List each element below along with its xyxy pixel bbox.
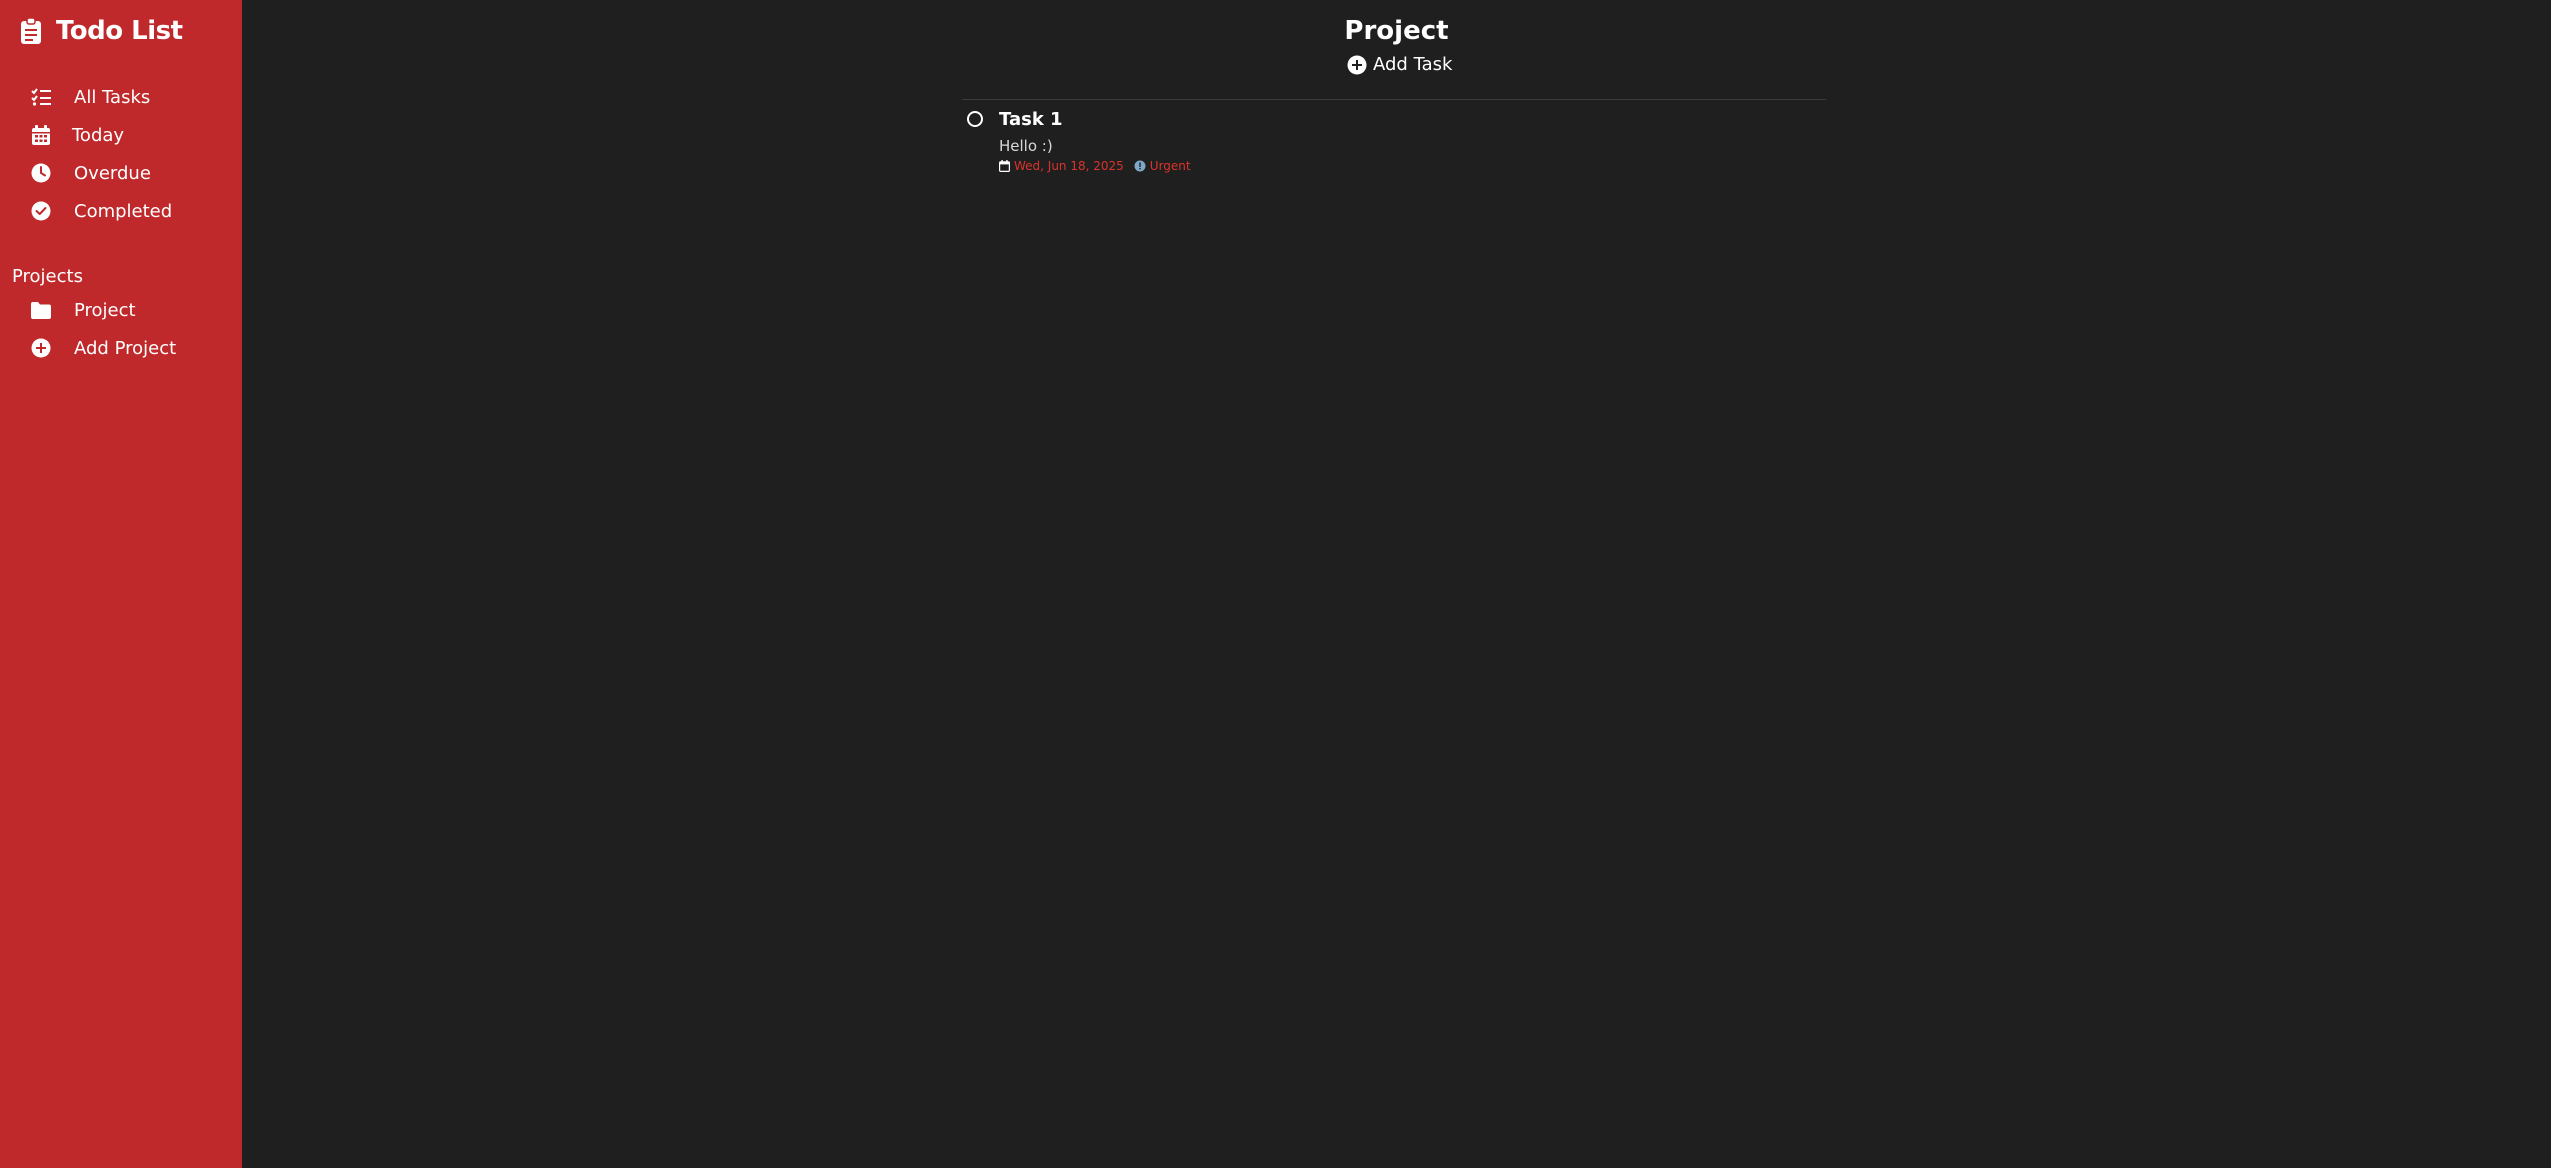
sidebar-item-project[interactable]: Project	[30, 291, 230, 329]
main-content: Project Add Task Task 1 Hello :) Wed, Ju…	[242, 0, 2551, 1168]
calendar-icon	[30, 124, 52, 146]
add-project-label: Add Project	[74, 337, 177, 359]
sidebar-nav: All Tasks Today Overdue Completed	[30, 78, 230, 230]
list-check-icon	[30, 86, 52, 108]
task-description: Hello :)	[999, 137, 1053, 155]
add-project-button[interactable]: Add Project	[30, 329, 230, 367]
task-title[interactable]: Task 1	[999, 108, 1191, 132]
task-priority-text: Urgent	[1149, 159, 1191, 173]
plus-circle-icon	[1347, 55, 1367, 75]
calendar-icon	[999, 160, 1010, 172]
add-task-label: Add Task	[1373, 54, 1453, 75]
sidebar-item-overdue[interactable]: Overdue	[30, 154, 230, 192]
task-meta: Wed, Jun 18, 2025 Urgent	[999, 159, 1191, 173]
app-root: Todo List All Tasks Today Overdue Comple…	[0, 0, 2551, 1168]
sidebar-item-label: Today	[72, 124, 125, 146]
app-title: Todo List	[56, 16, 183, 46]
add-task-button[interactable]: Add Task	[1347, 54, 1452, 75]
sidebar-item-label: Completed	[74, 200, 173, 222]
task-body: Task 1 Hello :) Wed, Jun 18, 2025 Urgent	[999, 108, 1191, 173]
sidebar-item-label: All Tasks	[74, 86, 151, 108]
check-circle-icon	[30, 200, 52, 222]
sidebar-item-today[interactable]: Today	[30, 116, 230, 154]
priority-dot-icon	[1134, 160, 1146, 172]
brand[interactable]: Todo List	[20, 16, 183, 46]
task-due-date: Wed, Jun 18, 2025	[999, 159, 1124, 173]
projects-heading: Projects	[12, 266, 83, 287]
task-due-date-text: Wed, Jun 18, 2025	[1014, 159, 1124, 173]
sidebar-item-label: Overdue	[74, 162, 151, 184]
sidebar-item-completed[interactable]: Completed	[30, 192, 230, 230]
sidebar-item-label: Project	[74, 299, 136, 321]
task-priority: Urgent	[1134, 159, 1191, 173]
clock-icon	[30, 162, 52, 184]
task-complete-checkbox[interactable]	[967, 111, 983, 127]
divider	[962, 99, 1826, 100]
sidebar: Todo List All Tasks Today Overdue Comple…	[0, 0, 242, 1168]
clipboard-icon	[20, 18, 42, 44]
folder-icon	[30, 299, 52, 321]
plus-circle-icon	[30, 337, 52, 359]
sidebar-item-all-tasks[interactable]: All Tasks	[30, 78, 230, 116]
projects-list: Project Add Project	[30, 291, 230, 367]
page-title: Project	[1344, 16, 1449, 46]
